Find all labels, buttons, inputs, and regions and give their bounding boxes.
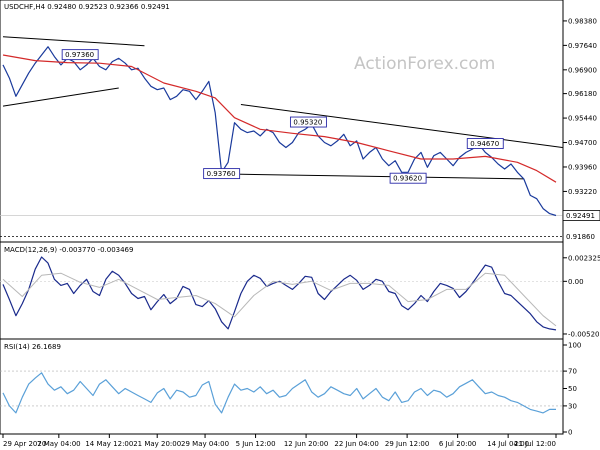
x-tick-label: 14 May 12:00	[85, 440, 133, 448]
macd-y-axis: 0.002325 0.00 -0.005201	[563, 254, 600, 338]
x-tick-label: 22 Jun 04:00	[334, 440, 378, 448]
x-tick-label: 21 Jul 12:00	[514, 440, 556, 448]
y-tick-label: 0.94700	[568, 139, 597, 147]
annotation-label: 0.97360	[65, 51, 94, 59]
y-tick-label: 0.002325	[568, 254, 600, 262]
annotation-label: 0.93760	[207, 170, 236, 178]
watermark-text: ActionForex.com	[354, 54, 495, 74]
annotation-label: 0.93620	[393, 175, 422, 183]
y-tick-label: 0.93220	[568, 188, 597, 196]
macd-title: MACD(12,26,9) -0.003770 -0.003469	[4, 246, 133, 254]
y-tick-label: 0.95440	[568, 115, 597, 123]
rsi-y-axis: 100 70 50 30 0	[563, 342, 581, 437]
x-tick-label: 6 Jul 20:00	[439, 440, 477, 448]
annotation-label: 0.94670	[470, 140, 499, 148]
x-tick-label: 29 May 04:00	[181, 440, 229, 448]
y-tick-label: -0.005201	[568, 330, 600, 338]
y-tick-label: 0.97640	[568, 42, 597, 50]
x-tick-label: 5 Jun 12:00	[236, 440, 276, 448]
current-price-label: 0.92491	[566, 212, 595, 220]
y-tick-label: 0.96180	[568, 90, 597, 98]
y-tick-label: 0	[568, 429, 572, 437]
price-y-axis: 0.98380 0.97640 0.96900 0.96180 0.95440 0.947…	[562, 17, 600, 241]
y-tick-label: 30	[568, 402, 577, 410]
price-panel: USDCHF,H4 0.92480 0.92523 0.92366 0.9249…	[0, 0, 600, 243]
y-tick-label: 0.00	[568, 278, 584, 286]
y-tick-label: 0.98380	[568, 17, 597, 25]
y-tick-label: 0.96900	[568, 66, 597, 74]
forex-chart: USDCHF,H4 0.92480 0.92523 0.92366 0.9249…	[0, 0, 600, 450]
rsi-panel: RSI(14) 26.1689 100 70 50 30 0	[0, 338, 581, 437]
x-tick-label: 21 May 20:00	[133, 440, 181, 448]
support-level-label: 0.91860	[566, 233, 595, 241]
x-tick-label: 12 Jun 20:00	[284, 440, 328, 448]
y-tick-label: 0.93960	[568, 163, 597, 171]
x-tick-label: 7 May 04:00	[37, 440, 81, 448]
macd-panel-frame	[0, 241, 564, 340]
rsi-title: RSI(14) 26.1689	[4, 343, 61, 351]
time-x-axis: 29 Apr 20207 May 04:00 14 May 12:00 21 May…	[2, 434, 557, 448]
symbol-ohlc-label: USDCHF,H4 0.92480 0.92523 0.92366 0.9249…	[4, 3, 170, 11]
y-tick-label: 100	[568, 342, 581, 350]
price-panel-frame	[0, 0, 564, 243]
y-tick-label: 50	[568, 385, 577, 393]
annotation-label: 0.95320	[293, 119, 322, 127]
chart-canvas: USDCHF,H4 0.92480 0.92523 0.92366 0.9249…	[0, 0, 600, 448]
y-tick-label: 70	[568, 368, 577, 376]
macd-panel: MACD(12,26,9) -0.003770 -0.003469 0.0023…	[0, 241, 600, 340]
x-tick-label: 29 Jun 12:00	[385, 440, 429, 448]
